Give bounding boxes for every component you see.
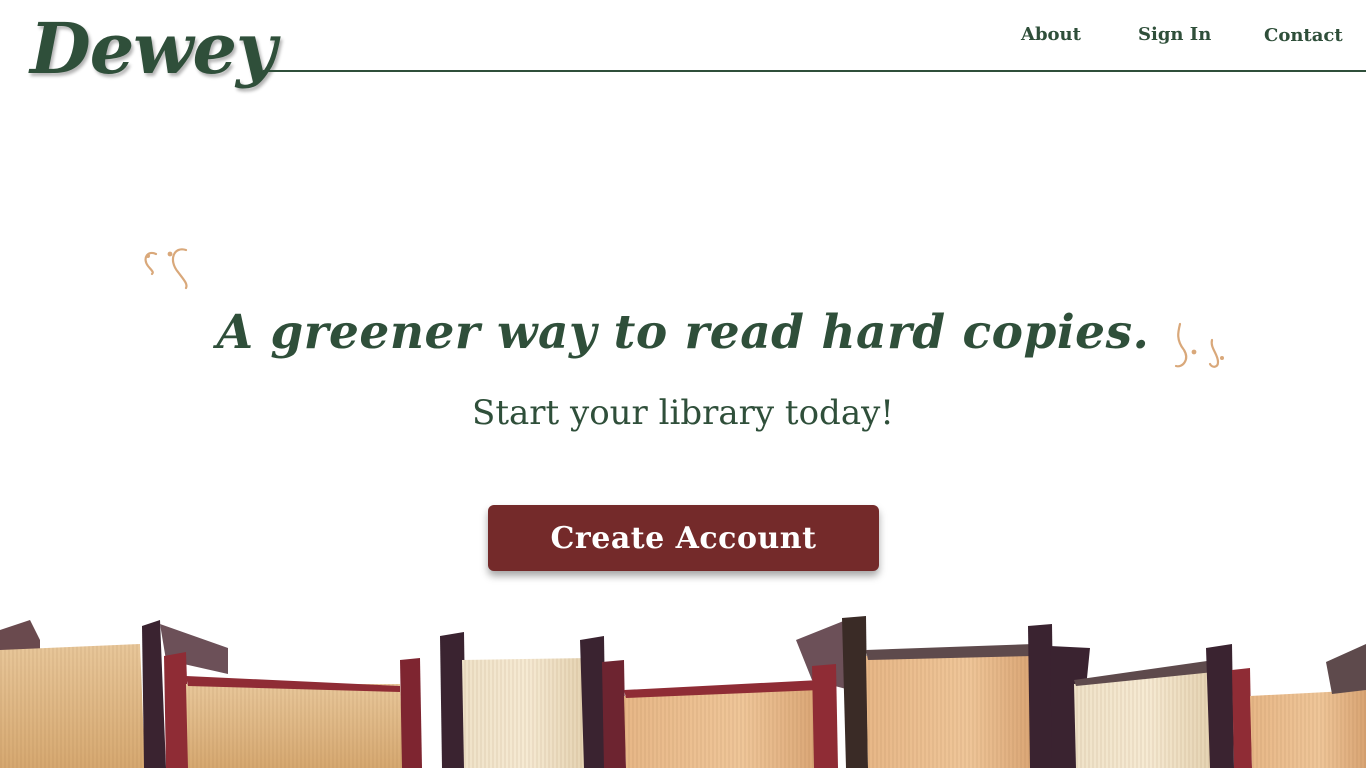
nav-link-sign-in[interactable]: Sign In bbox=[1138, 24, 1211, 45]
hero-subheadline: Start your library today! bbox=[472, 393, 894, 433]
top-nav: About Sign In Contact bbox=[0, 24, 1366, 50]
opening-quote-icon bbox=[144, 248, 188, 290]
create-account-button[interactable]: Create Account bbox=[488, 505, 879, 571]
nav-divider bbox=[263, 70, 1366, 72]
nav-link-contact[interactable]: Contact bbox=[1264, 25, 1343, 46]
nav-link-about[interactable]: About bbox=[1021, 24, 1081, 45]
book-spines-banner bbox=[0, 616, 1366, 768]
hero-headline: A greener way to read hard copies. bbox=[216, 305, 1150, 361]
